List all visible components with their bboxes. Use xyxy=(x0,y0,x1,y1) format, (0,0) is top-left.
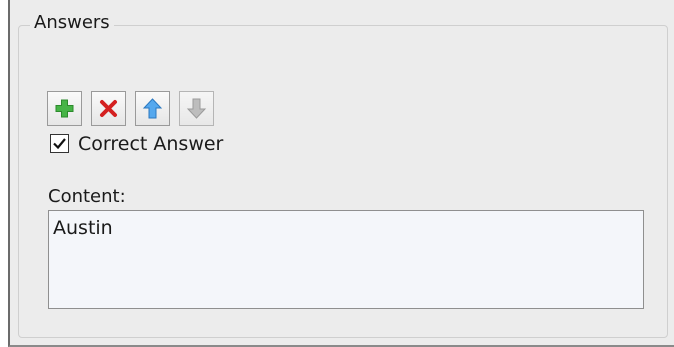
answers-group-title: Answers xyxy=(30,12,114,34)
delete-answer-button[interactable] xyxy=(91,91,126,126)
content-label: Content: xyxy=(48,186,126,207)
arrow-up-icon xyxy=(142,98,163,119)
arrow-down-icon xyxy=(186,98,207,119)
plus-icon xyxy=(55,99,74,118)
close-icon xyxy=(100,100,117,117)
move-up-button[interactable] xyxy=(135,91,170,126)
move-down-button[interactable] xyxy=(179,91,214,126)
checkmark-icon xyxy=(53,138,66,150)
correct-answer-checkbox[interactable] xyxy=(50,134,69,153)
add-answer-button[interactable] xyxy=(47,91,82,126)
content-textarea[interactable]: Austin xyxy=(48,210,644,309)
correct-answer-label[interactable]: Correct Answer xyxy=(78,132,223,156)
